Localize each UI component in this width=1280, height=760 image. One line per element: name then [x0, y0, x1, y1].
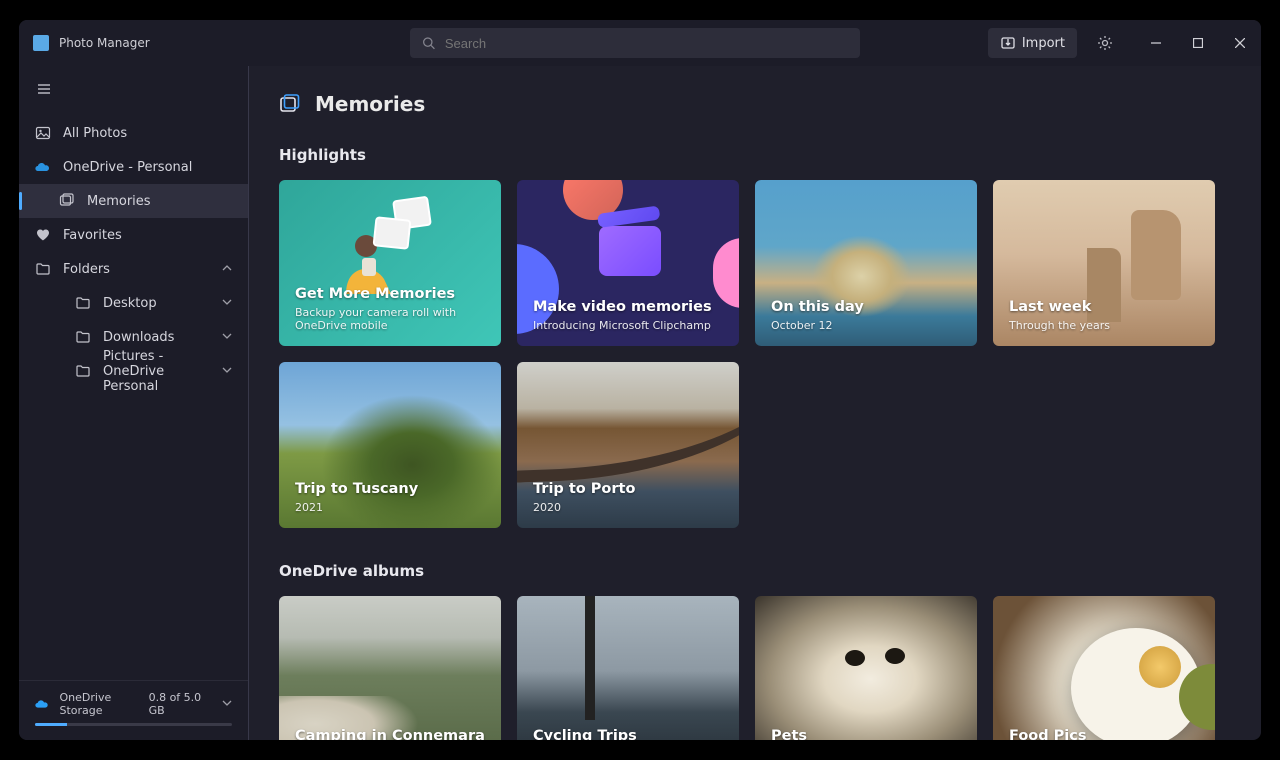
sidebar-item-label: Pictures - OneDrive Personal	[103, 349, 222, 394]
page-title: Memories	[279, 92, 1231, 116]
albums-grid: Camping in Connemara Cycling Trips Pets …	[279, 596, 1231, 740]
import-label: Import	[1022, 36, 1065, 51]
album-card-food[interactable]: Food Pics	[993, 596, 1215, 740]
highlight-card-tuscany[interactable]: Trip to Tuscany 2021	[279, 362, 501, 528]
sidebar-item-label: Downloads	[103, 330, 174, 345]
memories-icon	[279, 93, 301, 115]
chevron-down-icon	[222, 296, 232, 311]
sidebar-item-favorites[interactable]: Favorites	[19, 218, 248, 252]
card-subtitle: 2021	[295, 501, 485, 514]
chevron-down-icon	[222, 330, 232, 345]
main-content[interactable]: Memories Highlights Get More Memories Bac…	[249, 66, 1261, 740]
window-controls	[1135, 28, 1261, 58]
card-subtitle: October 12	[771, 319, 961, 332]
sidebar-item-memories[interactable]: Memories	[19, 184, 248, 218]
highlight-card-last-week[interactable]: Last week Through the years	[993, 180, 1215, 346]
storage-progress	[35, 723, 232, 726]
sidebar-item-label: Desktop	[103, 296, 157, 311]
sidebar-folder-desktop[interactable]: Desktop	[19, 286, 248, 320]
card-subtitle: 2020	[533, 501, 723, 514]
chevron-down-icon	[222, 698, 232, 711]
card-subtitle: Backup your camera roll with OneDrive mo…	[295, 306, 485, 332]
card-title: Trip to Porto	[533, 481, 723, 497]
close-button[interactable]	[1219, 28, 1261, 58]
highlight-card-video-memories[interactable]: Make video memories Introducing Microsoft…	[517, 180, 739, 346]
highlights-grid: Get More Memories Backup your camera roll…	[279, 180, 1231, 528]
memories-icon	[59, 193, 75, 209]
sidebar-item-label: Favorites	[63, 228, 122, 243]
card-title: Get More Memories	[295, 286, 485, 302]
card-title: Cycling Trips	[533, 728, 723, 740]
hamburger-button[interactable]	[25, 72, 63, 106]
app-window: Photo Manager Import	[19, 20, 1261, 740]
hamburger-icon	[36, 81, 52, 97]
card-title: Make video memories	[533, 299, 723, 315]
highlight-card-on-this-day[interactable]: On this day October 12	[755, 180, 977, 346]
card-title: Camping in Connemara	[295, 728, 485, 740]
sidebar-item-onedrive[interactable]: OneDrive - Personal	[19, 150, 248, 184]
card-subtitle: Introducing Microsoft Clipchamp	[533, 319, 723, 332]
picture-icon	[35, 125, 51, 141]
chevron-down-icon	[222, 364, 232, 379]
card-title: Trip to Tuscany	[295, 481, 485, 497]
folder-icon	[75, 329, 91, 345]
search-field[interactable]	[410, 28, 860, 58]
clapper-icon	[599, 226, 661, 276]
sidebar-item-label: Folders	[63, 262, 110, 277]
card-title: Food Pics	[1009, 728, 1199, 740]
cloud-icon	[35, 159, 51, 175]
cloud-icon	[35, 699, 50, 709]
import-icon	[1000, 35, 1016, 51]
section-title-highlights: Highlights	[279, 146, 1231, 164]
sidebar-item-all-photos[interactable]: All Photos	[19, 116, 248, 150]
chevron-up-icon	[222, 262, 232, 277]
import-button[interactable]: Import	[988, 28, 1077, 58]
page-title-text: Memories	[315, 92, 425, 116]
folder-icon	[75, 295, 91, 311]
sidebar-item-folders[interactable]: Folders	[19, 252, 248, 286]
sidebar-item-label: Memories	[87, 194, 151, 209]
folder-icon	[75, 363, 91, 379]
folder-icon	[35, 261, 51, 277]
heart-icon	[35, 227, 51, 243]
section-title-albums: OneDrive albums	[279, 562, 1231, 580]
app-title: Photo Manager	[59, 36, 150, 50]
highlight-card-porto[interactable]: Trip to Porto 2020	[517, 362, 739, 528]
search-icon	[422, 36, 435, 50]
card-title: On this day	[771, 299, 961, 315]
gear-icon	[1097, 35, 1113, 51]
titlebar: Photo Manager Import	[19, 20, 1261, 66]
album-card-connemara[interactable]: Camping in Connemara	[279, 596, 501, 740]
card-title: Pets	[771, 728, 961, 740]
card-subtitle: Through the years	[1009, 319, 1199, 332]
card-title: Last week	[1009, 299, 1199, 315]
sidebar-item-label: All Photos	[63, 126, 127, 141]
sidebar-item-label: OneDrive - Personal	[63, 160, 192, 175]
app-icon	[33, 35, 49, 51]
storage-label: OneDrive Storage	[60, 691, 149, 717]
search-input[interactable]	[445, 36, 848, 51]
highlight-card-get-more[interactable]: Get More Memories Backup your camera roll…	[279, 180, 501, 346]
album-card-cycling[interactable]: Cycling Trips	[517, 596, 739, 740]
maximize-button[interactable]	[1177, 28, 1219, 58]
sidebar-folder-pictures[interactable]: Pictures - OneDrive Personal	[19, 354, 248, 388]
storage-used: 0.8 of 5.0 GB	[149, 691, 214, 717]
album-card-pets[interactable]: Pets	[755, 596, 977, 740]
sidebar: All Photos OneDrive - Personal Memories …	[19, 66, 249, 740]
settings-button[interactable]	[1085, 28, 1125, 58]
storage-status[interactable]: OneDrive Storage 0.8 of 5.0 GB	[19, 680, 248, 740]
minimize-button[interactable]	[1135, 28, 1177, 58]
